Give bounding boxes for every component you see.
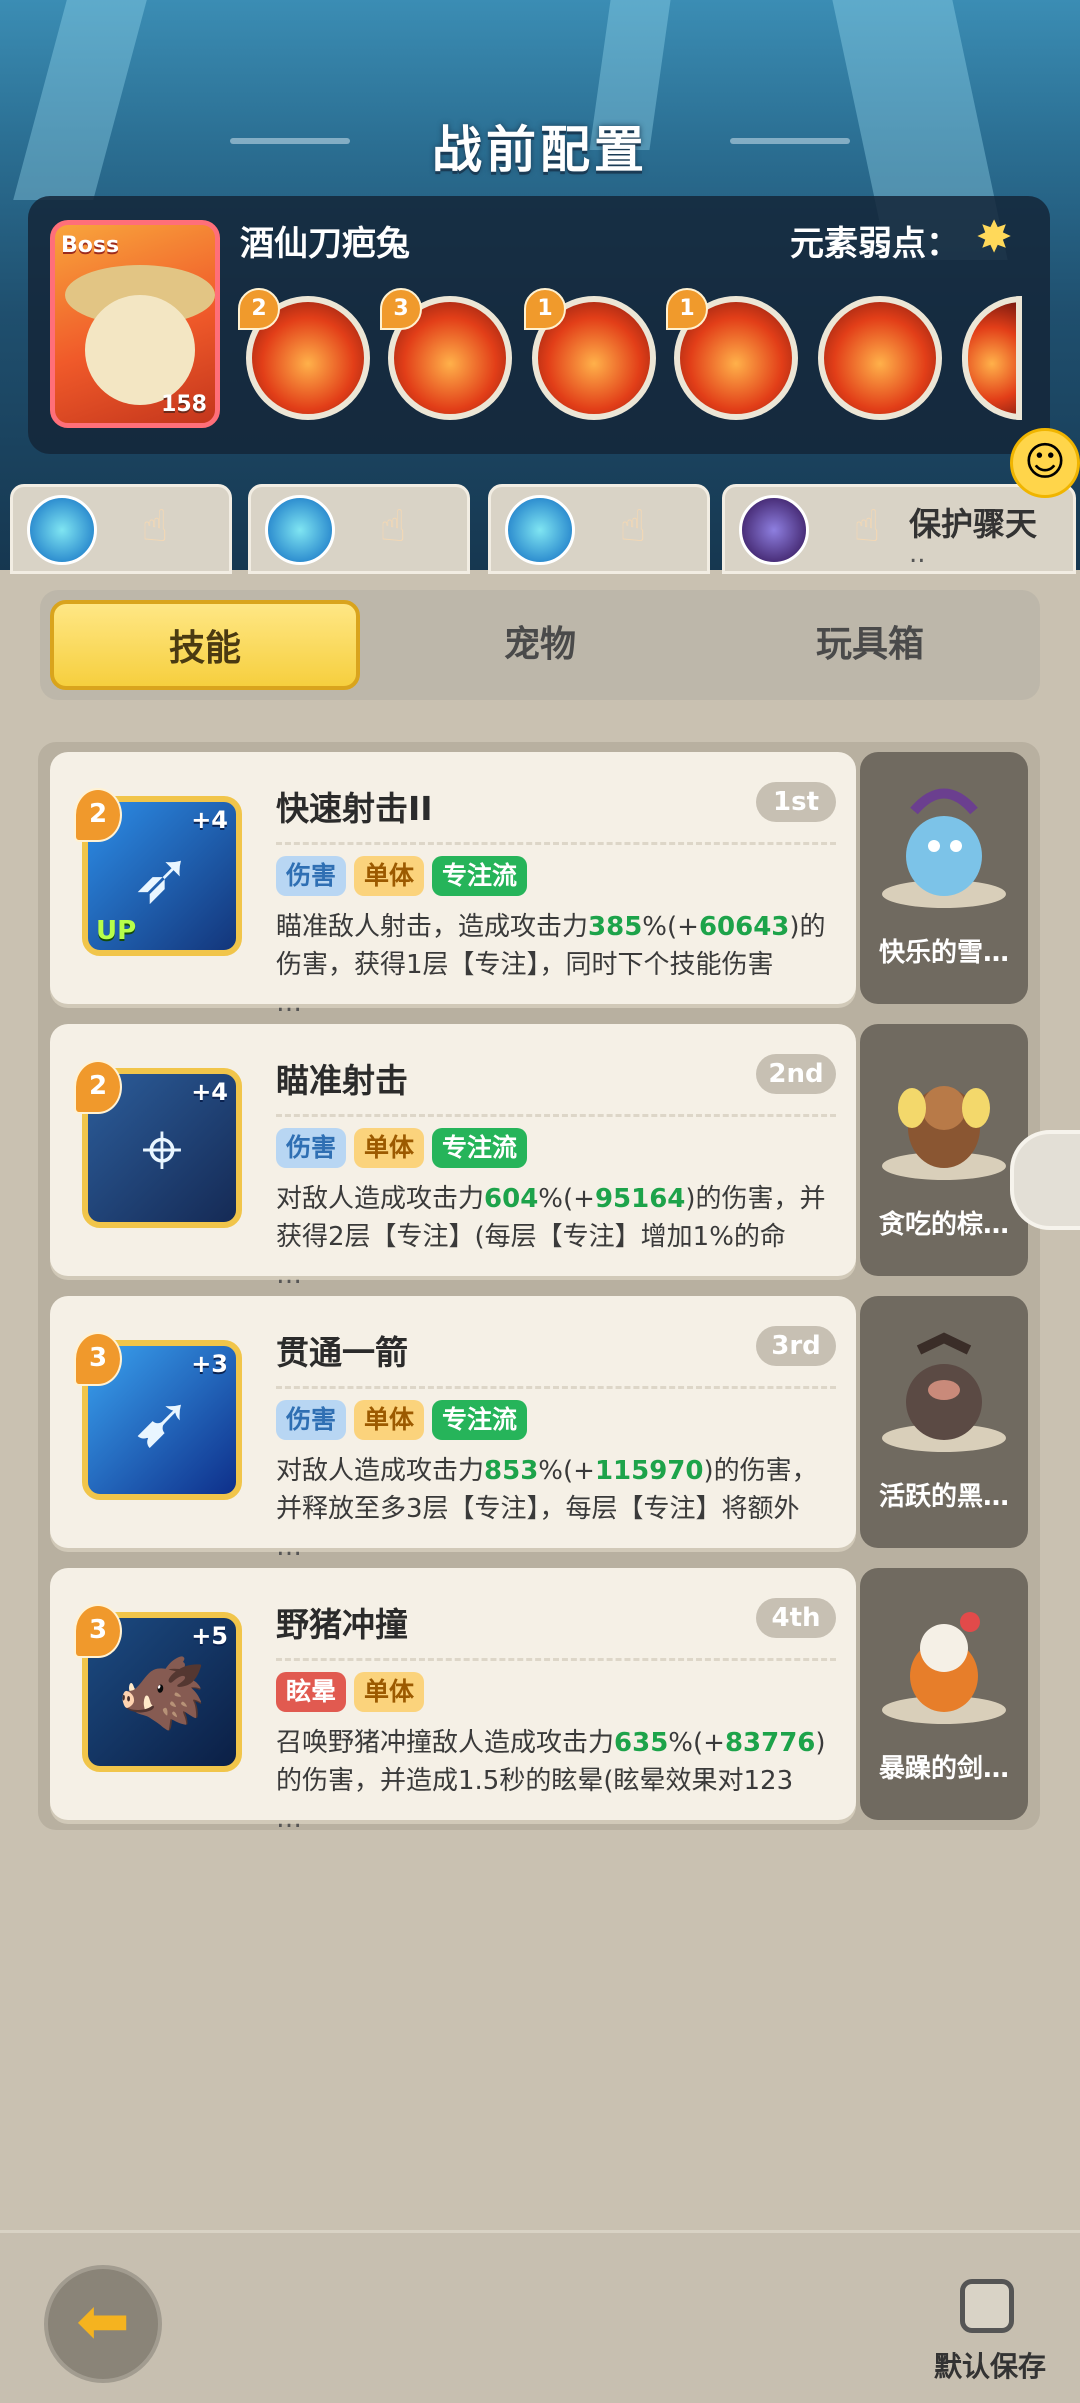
star-burst-icon: ✸: [975, 212, 1013, 263]
skill-name: 快速射击II: [276, 789, 433, 828]
skill-level-badge: 1: [524, 288, 566, 330]
skill-card[interactable]: ➶ +4 UP 2 快速射击II 1st 伤害 单体 专注流 瞄准敌人射击，造成攻击…: [50, 752, 856, 1018]
team-slot[interactable]: ☝: [488, 484, 710, 574]
boss-skill-icon[interactable]: 2: [238, 288, 370, 420]
tag-damage: 伤害: [276, 1400, 347, 1440]
skill-description: 召唤野猪冲撞敌人造成攻击力635%(+83776)的伤害，并造成1.5秒的眩晕(…: [276, 1728, 826, 1834]
boss-skill-icon[interactable]: 1: [524, 288, 656, 420]
tag-damage: 伤害: [276, 856, 347, 896]
team-slot[interactable]: ☝: [248, 484, 470, 574]
boss-skill-icon-partial[interactable]: [962, 296, 1022, 420]
black-boar-pet-figure: [906, 1332, 982, 1440]
tag-stun: 眩晕: [276, 1672, 347, 1712]
tap-hand-icon: ☝: [619, 501, 647, 552]
skill-level-badge: 2: [74, 788, 122, 842]
hero-avatar: [27, 495, 97, 565]
default-save-label: 默认保存: [934, 2350, 1047, 2383]
skill-level-badge: 3: [74, 1332, 122, 1386]
skill-rank: 4th: [756, 1598, 836, 1638]
team-slot[interactable]: ☝ 保护骤天 ..: [722, 484, 1076, 574]
skill-tags: 伤害 单体 专注流: [276, 1400, 535, 1444]
pet-name: 贪吃的棕…: [878, 1210, 1009, 1240]
divider: [276, 842, 836, 845]
skill-up: UP: [96, 916, 137, 946]
divider: [276, 1386, 836, 1389]
skill-description: 瞄准敌人射击，造成攻击力385%(+60643)的伤害，获得1层【专注】，同时下…: [276, 912, 826, 1018]
pet-card[interactable]: 快乐的雪…: [860, 752, 1028, 1004]
skill-card[interactable]: ➹ +3 3 贯通一箭 3rd 伤害 单体 专注流 对敌人造成攻击力853%(+11…: [50, 1296, 856, 1562]
tap-hand-icon: ☝: [853, 501, 881, 552]
pet-card[interactable]: 暴躁的剑…: [860, 1568, 1028, 1820]
boss-skill-icon[interactable]: [818, 296, 942, 420]
tab-bar: 技能 宠物 玩具箱: [40, 590, 1040, 700]
tag-focus: 专注流: [432, 856, 528, 896]
back-arrow-icon[interactable]: ⬅: [44, 2265, 162, 2383]
skill-card[interactable]: 🐗 +5 3 野猪冲撞 4th 眩晕 单体 召唤野猪冲撞敌人造成攻击力635%(+…: [50, 1568, 856, 1834]
boss-skill-icon[interactable]: 3: [380, 288, 512, 420]
skill-name: 野猪冲撞: [276, 1605, 408, 1644]
skill-plus: +4: [191, 806, 228, 834]
pet-name: 暴躁的剑…: [878, 1754, 1009, 1784]
boss-skill-icon[interactable]: 1: [666, 288, 798, 420]
tag-focus: 专注流: [432, 1400, 528, 1440]
tag-single: 单体: [354, 1128, 425, 1168]
skill-level-badge: 2: [238, 288, 280, 330]
footer-bar: ⬅ 默认保存: [0, 2230, 1080, 2403]
page-title: 战前配置: [432, 121, 648, 179]
tag-damage: 伤害: [276, 1128, 347, 1168]
skill-rank: 2nd: [756, 1054, 836, 1094]
skill-level-badge: 3: [74, 1604, 122, 1658]
skill-card[interactable]: ⌖ +4 2 瞄准射击 2nd 伤害 单体 专注流 对敌人造成攻击力604%(+95…: [50, 1024, 856, 1290]
brown-bear-pet-figure: [898, 1086, 990, 1168]
boss-face-art: [85, 295, 195, 405]
chat-sub: ..: [909, 539, 926, 569]
skill-description: 对敌人造成攻击力604%(+95164)的伤害，并获得2层【专注】(每层【专注】…: [276, 1184, 826, 1290]
skill-plus: +5: [191, 1622, 228, 1650]
team-slot[interactable]: ☝: [10, 484, 232, 574]
skill-level-badge: 2: [74, 1060, 122, 1114]
side-float-button[interactable]: [1010, 1130, 1080, 1230]
skill-plus: +3: [191, 1350, 228, 1378]
skill-rank: 1st: [756, 782, 836, 822]
tab-toybox[interactable]: 玩具箱: [715, 600, 1025, 690]
skill-tags: 眩晕 单体: [276, 1672, 432, 1716]
divider: [276, 1658, 836, 1661]
skill-description: 对敌人造成攻击力853%(+115970)的伤害，并释放至多3层【专注】，每层【…: [276, 1456, 818, 1562]
pet-name: 快乐的雪…: [878, 938, 1009, 968]
boss-name: 酒仙刀疤兔: [240, 224, 410, 264]
hero-avatar: [265, 495, 335, 565]
skill-name: 瞄准射击: [276, 1061, 408, 1100]
chat-label: 保护骤天: [909, 505, 1038, 543]
chat-smiley-icon[interactable]: ☺: [1010, 428, 1080, 498]
skill-level-badge: 1: [666, 288, 708, 330]
divider: [276, 1114, 836, 1117]
tag-single: 单体: [354, 1400, 425, 1440]
skill-plus: +4: [191, 1078, 228, 1106]
skill-tags: 伤害 单体 专注流: [276, 1128, 535, 1172]
boss-level: 158: [161, 392, 207, 417]
tag-single: 单体: [354, 1672, 425, 1712]
weakness-label: 元素弱点：: [790, 224, 960, 264]
snow-pet-figure: [906, 788, 982, 896]
tab-pets[interactable]: 宠物: [385, 600, 695, 690]
tap-hand-icon: ☝: [379, 501, 407, 552]
boss-tag: Boss: [61, 233, 120, 258]
tap-hand-icon: ☝: [141, 501, 169, 552]
pet-card[interactable]: 贪吃的棕…: [860, 1024, 1028, 1276]
sword-cat-pet-figure: [910, 1612, 980, 1712]
skill-tags: 伤害 单体 专注流: [276, 856, 535, 900]
pet-name: 活跃的黑…: [878, 1482, 1009, 1512]
tag-focus: 专注流: [432, 1128, 528, 1168]
skill-name: 贯通一箭: [276, 1333, 408, 1372]
hero-avatar: [505, 495, 575, 565]
skill-rank: 3rd: [756, 1326, 836, 1366]
skill-level-badge: 3: [380, 288, 422, 330]
default-save-checkbox[interactable]: [960, 2279, 1014, 2333]
boss-panel: Boss 158 酒仙刀疤兔 元素弱点： ✸ 2 3 1 1: [28, 196, 1050, 454]
tag-single: 单体: [354, 856, 425, 896]
boss-portrait[interactable]: Boss 158: [50, 220, 220, 428]
hero-avatar: [739, 495, 809, 565]
pet-card[interactable]: 活跃的黑…: [860, 1296, 1028, 1548]
tab-skills[interactable]: 技能: [50, 600, 360, 690]
